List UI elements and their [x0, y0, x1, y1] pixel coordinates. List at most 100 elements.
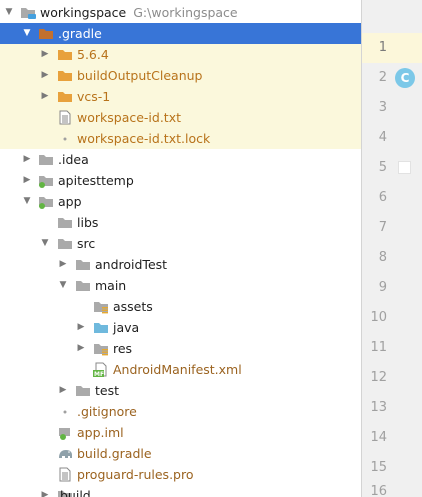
- excluded-folder-icon: [57, 47, 73, 62]
- expand-arrow-icon[interactable]: ▶: [75, 317, 87, 338]
- tree-item-buildoutputcleanup[interactable]: ▶ buildOutputCleanup: [0, 65, 361, 86]
- folder-icon: [57, 236, 73, 251]
- gutter-line-16[interactable]: 16: [362, 477, 422, 497]
- tree-item-label: src: [77, 236, 96, 251]
- tree-item-gitignore[interactable]: .gitignore: [0, 401, 361, 422]
- gutter-line-3[interactable]: 3: [362, 93, 422, 123]
- tree-item-workspace-id-txt[interactable]: workspace-id.txt: [0, 107, 361, 128]
- gutter-line-8[interactable]: 8: [362, 243, 422, 273]
- gutter-line-11[interactable]: 11: [362, 333, 422, 363]
- line-number: 9: [378, 280, 387, 295]
- line-number: 5: [378, 160, 387, 175]
- collapse-arrow-icon[interactable]: ▼: [21, 191, 33, 212]
- fold-marker-icon[interactable]: [398, 161, 411, 174]
- expand-arrow-icon[interactable]: ▶: [39, 44, 51, 65]
- tree-item-build[interactable]: ▶ build: [0, 485, 361, 497]
- line-number: 13: [370, 400, 387, 415]
- project-folder-icon: [20, 5, 36, 20]
- folder-icon: [57, 215, 73, 230]
- resource-folder-icon: [93, 341, 109, 356]
- line-number: 2: [378, 70, 387, 85]
- excluded-folder-icon: [57, 68, 73, 83]
- line-number: 10: [370, 310, 387, 325]
- gutter-line-14[interactable]: 14: [362, 423, 422, 453]
- line-number: 3: [378, 100, 387, 115]
- tree-item-libs[interactable]: libs: [0, 212, 361, 233]
- resource-folder-icon: [93, 299, 109, 314]
- tree-item-app-iml[interactable]: app.iml: [0, 422, 361, 443]
- line-number: 14: [370, 430, 387, 445]
- tree-item-label: workspace-id.txt: [77, 110, 182, 125]
- tree-item-label: workspace-id.txt.lock: [77, 131, 211, 146]
- tree-item-label: androidTest: [95, 257, 168, 272]
- project-tree-panel[interactable]: ▼ workingspace G:\workingspace ▼ .gradle …: [0, 0, 361, 497]
- unknown-file-icon: [57, 404, 73, 419]
- line-number: 4: [378, 130, 387, 145]
- tree-item-label: 5.6.4: [77, 47, 109, 62]
- gutter-line-7[interactable]: 7: [362, 213, 422, 243]
- tree-item-label: build: [60, 488, 91, 497]
- gutter-line-2[interactable]: 2 C: [362, 63, 422, 93]
- tree-item-src[interactable]: ▼ src: [0, 233, 361, 254]
- class-marker-icon[interactable]: C: [395, 68, 415, 88]
- expand-arrow-icon[interactable]: ▶: [21, 149, 33, 170]
- tree-item-java[interactable]: ▶ java: [0, 317, 361, 338]
- folder-icon: [75, 257, 91, 272]
- expand-arrow-icon[interactable]: ▶: [57, 254, 69, 275]
- gutter-line-10[interactable]: 10: [362, 303, 422, 333]
- folder-icon: [75, 383, 91, 398]
- tree-item-proguard-rules[interactable]: proguard-rules.pro: [0, 464, 361, 485]
- line-number: 8: [378, 250, 387, 265]
- folder-icon: [75, 278, 91, 293]
- gutter-line-12[interactable]: 12: [362, 363, 422, 393]
- tree-item-label: .gitignore: [77, 404, 137, 419]
- expand-arrow-icon[interactable]: ▶: [21, 170, 33, 191]
- tree-item-label: main: [95, 278, 127, 293]
- tree-item-label: apitesttemp: [58, 173, 134, 188]
- line-number: 7: [378, 220, 387, 235]
- collapse-arrow-icon[interactable]: ▼: [57, 275, 69, 296]
- tree-item-label: vcs-1: [77, 89, 111, 104]
- tree-item-label: AndroidManifest.xml: [113, 362, 242, 377]
- tree-item-gradle-dir[interactable]: ▼ .gradle: [0, 23, 361, 44]
- gutter-line-5[interactable]: 5: [362, 153, 422, 183]
- tree-item-label: java: [113, 320, 140, 335]
- tree-item-label: .idea: [58, 152, 89, 167]
- tree-item-workingspace[interactable]: ▼ workingspace G:\workingspace: [0, 2, 361, 23]
- collapse-arrow-icon[interactable]: ▼: [39, 233, 51, 254]
- tree-item-assets[interactable]: assets: [0, 296, 361, 317]
- folder-icon: [38, 152, 54, 167]
- tree-item-5-6-4[interactable]: ▶ 5.6.4: [0, 44, 361, 65]
- gutter-line-9[interactable]: 9: [362, 273, 422, 303]
- tree-item-workspace-id-txt-lock[interactable]: workspace-id.txt.lock: [0, 128, 361, 149]
- gutter-line-6[interactable]: 6: [362, 183, 422, 213]
- collapse-arrow-icon[interactable]: ▼: [3, 2, 15, 23]
- gutter-line-1[interactable]: 1: [362, 33, 422, 63]
- module-folder-icon: [38, 194, 54, 209]
- tree-item-main[interactable]: ▼ main: [0, 275, 361, 296]
- manifest-file-icon: MF: [93, 362, 109, 378]
- line-number: 1: [378, 40, 387, 55]
- expand-arrow-icon[interactable]: ▶: [39, 485, 51, 497]
- collapse-arrow-icon[interactable]: ▼: [21, 23, 33, 44]
- tree-item-app[interactable]: ▼ app: [0, 191, 361, 212]
- tree-item-label: res: [113, 341, 133, 356]
- gutter-line-13[interactable]: 13: [362, 393, 422, 423]
- expand-arrow-icon[interactable]: ▶: [57, 380, 69, 401]
- tree-item-vcs-1[interactable]: ▶ vcs-1: [0, 86, 361, 107]
- tree-item-label: build.gradle: [77, 446, 152, 461]
- tree-item-apitesttemp[interactable]: ▶ apitesttemp: [0, 170, 361, 191]
- tree-item-res[interactable]: ▶ res: [0, 338, 361, 359]
- expand-arrow-icon[interactable]: ▶: [39, 65, 51, 86]
- expand-arrow-icon[interactable]: ▶: [39, 86, 51, 107]
- expand-arrow-icon[interactable]: ▶: [75, 338, 87, 359]
- tree-item-androidtest[interactable]: ▶ androidTest: [0, 254, 361, 275]
- root-folder-name: workingspace: [40, 5, 127, 20]
- tree-item-label: app: [58, 194, 82, 209]
- excluded-folder-icon: [38, 26, 54, 41]
- tree-item-build-gradle[interactable]: build.gradle: [0, 443, 361, 464]
- tree-item-idea[interactable]: ▶ .idea: [0, 149, 361, 170]
- gutter-line-4[interactable]: 4: [362, 123, 422, 153]
- tree-item-test[interactable]: ▶ test: [0, 380, 361, 401]
- tree-item-androidmanifest[interactable]: MF AndroidManifest.xml: [0, 359, 361, 380]
